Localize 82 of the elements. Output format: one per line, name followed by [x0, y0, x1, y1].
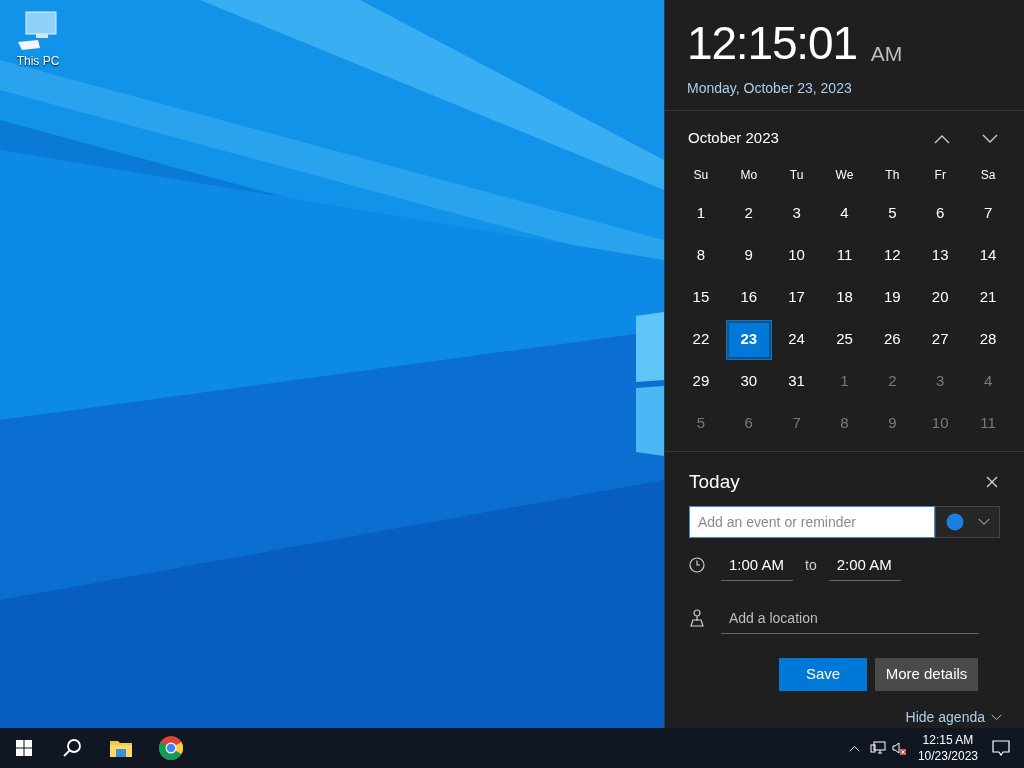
weekday-label: Sa [979, 166, 997, 184]
calendar-day[interactable]: 16 [726, 278, 771, 317]
next-month-icon[interactable] [982, 133, 998, 144]
calendar-day[interactable]: 26 [870, 320, 915, 359]
calendar-day[interactable]: 9 [870, 404, 915, 443]
end-time-field[interactable]: 2:00 AM [828, 549, 901, 581]
weekday-label: Fr [933, 166, 947, 184]
calendar-day[interactable]: 31 [774, 362, 819, 401]
calendar-day[interactable]: 20 [918, 278, 963, 317]
calendar-day[interactable]: 14 [966, 236, 1011, 275]
calendar-day[interactable]: 7 [966, 194, 1011, 233]
calendar-day[interactable]: 3 [774, 194, 819, 233]
calendar-day[interactable]: 1 [678, 194, 723, 233]
calendar-day[interactable]: 8 [822, 404, 867, 443]
color-dot-icon [945, 513, 964, 531]
network-icon[interactable] [869, 741, 886, 755]
calendar-day[interactable]: 11 [822, 236, 867, 275]
calendar-day[interactable]: 19 [870, 278, 915, 317]
clock-time: 12:15:01 [687, 20, 857, 66]
date-text[interactable]: Monday, October 23, 2023 [687, 78, 1024, 99]
clock-icon [689, 557, 705, 573]
calendar-day[interactable]: 7 [774, 404, 819, 443]
calendar-day[interactable]: 30 [726, 362, 771, 401]
weekday-label: Tu [788, 166, 805, 184]
calendar-day[interactable]: 5 [678, 404, 723, 443]
speaker-icon[interactable] [891, 741, 906, 755]
calendar-day[interactable]: 27 [918, 320, 963, 359]
calendar-day[interactable]: 4 [822, 194, 867, 233]
calendar-day[interactable]: 23 [726, 320, 771, 359]
weekday-label: Mo [739, 166, 759, 184]
more-details-button[interactable]: More details [875, 658, 978, 691]
calendar-day[interactable]: 11 [966, 404, 1011, 443]
calendar-day[interactable]: 4 [966, 362, 1011, 401]
to-text: to [805, 555, 817, 575]
location-pin-icon [689, 609, 705, 627]
calendar-day[interactable]: 13 [918, 236, 963, 275]
calendar-day[interactable]: 6 [918, 194, 963, 233]
start-icon[interactable] [16, 740, 32, 756]
calendar-day[interactable]: 3 [918, 362, 963, 401]
close-icon[interactable] [986, 475, 998, 488]
weekday-label: Su [692, 166, 710, 184]
search-icon[interactable] [62, 738, 82, 758]
calendar-day[interactable]: 9 [726, 236, 771, 275]
location-input-field[interactable]: Add a location [721, 602, 979, 634]
calendar-day[interactable]: 1 [822, 362, 867, 401]
calendar-day[interactable]: 6 [726, 404, 771, 443]
start-time-field[interactable]: 1:00 AM [721, 549, 793, 581]
calendar-day[interactable]: 8 [678, 236, 723, 275]
weekday-label: We [834, 166, 855, 184]
show-hidden-icons-icon[interactable] [848, 744, 860, 752]
calendar-day[interactable]: 2 [726, 194, 771, 233]
calendar-day[interactable]: 28 [966, 320, 1011, 359]
calendar-day[interactable]: 12 [870, 236, 915, 275]
calendar-day[interactable]: 22 [678, 320, 723, 359]
event-input-field[interactable]: Add an event or reminder [689, 506, 935, 538]
calendar-day[interactable]: 17 [774, 278, 819, 317]
calendar-day[interactable]: 15 [678, 278, 723, 317]
calendar-day[interactable]: 24 [774, 320, 819, 359]
previous-month-icon[interactable] [934, 133, 950, 144]
color-dropdown[interactable] [935, 506, 1000, 538]
calendar-day[interactable]: 2 [870, 362, 915, 401]
calendar-day[interactable]: 10 [774, 236, 819, 275]
calendar-day[interactable]: 5 [870, 194, 915, 233]
folder-icon[interactable] [110, 739, 132, 757]
weekday-label: Th [884, 166, 901, 184]
caret-icon[interactable] [991, 714, 1002, 721]
agenda-title: Today [689, 469, 740, 494]
taskbar-date[interactable]: 10/23/2023 [917, 748, 978, 764]
calendar-day[interactable]: 18 [822, 278, 867, 317]
browser-icon[interactable] [159, 736, 183, 760]
calendar-day[interactable]: 21 [966, 278, 1011, 317]
taskbar-time[interactable]: 12:15 AM [922, 732, 974, 748]
notifications-icon[interactable] [992, 740, 1010, 756]
hide-agenda-link[interactable]: Hide agenda [905, 707, 1002, 728]
caret-icon[interactable] [977, 518, 990, 526]
save-button[interactable]: Save [779, 658, 867, 691]
month-title[interactable]: October 2023 [688, 127, 779, 150]
calendar-day[interactable]: 10 [918, 404, 963, 443]
calendar-day[interactable]: 29 [678, 362, 723, 401]
computer-icon[interactable] [16, 10, 60, 52]
clock-period: AM [870, 43, 903, 64]
calendar-day[interactable]: 25 [822, 320, 867, 359]
